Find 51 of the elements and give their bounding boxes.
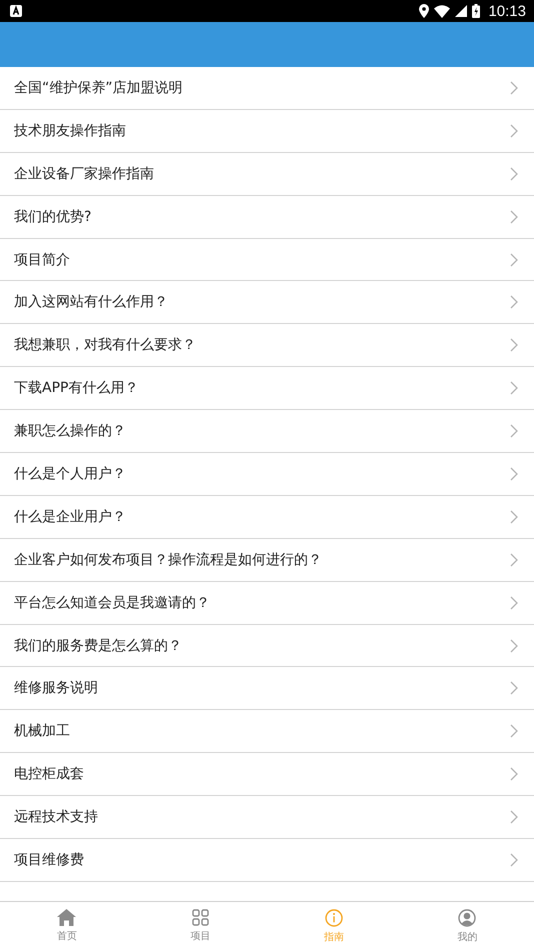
list-item[interactable]: 维修服务说明 <box>0 667 534 710</box>
list-item[interactable]: 全国“维护保养”店加盟说明 <box>0 67 534 110</box>
location-icon <box>419 4 430 18</box>
chevron-right-icon <box>510 810 518 824</box>
list-item[interactable]: 什么是个人用户？ <box>0 453 534 496</box>
chevron-right-icon <box>510 381 518 396</box>
battery-icon <box>472 4 480 18</box>
list-item[interactable]: 我想兼职，对我有什么要求？ <box>0 324 534 368</box>
chevron-right-icon <box>510 338 518 352</box>
chevron-right-icon <box>510 510 518 524</box>
chevron-right-icon <box>510 124 518 138</box>
grid-icon <box>192 909 209 926</box>
list-item[interactable]: 企业设备厂家操作指南 <box>0 152 534 196</box>
user-icon <box>458 908 476 926</box>
chevron-right-icon <box>510 466 518 481</box>
chevron-right-icon <box>510 424 518 438</box>
clock-text: 10:13 <box>488 2 526 20</box>
chevron-right-icon <box>510 210 518 224</box>
chevron-right-icon <box>510 166 518 181</box>
list-item[interactable]: 技术朋友操作指南 <box>0 110 534 153</box>
chevron-right-icon <box>510 852 518 867</box>
chevron-right-icon <box>510 767 518 782</box>
list-item[interactable]: 平台怎么知道会员是我邀请的？ <box>0 582 534 625</box>
chevron-right-icon <box>510 724 518 738</box>
list-item[interactable]: 机械加工 <box>0 710 534 754</box>
list-item[interactable]: 加入这网站有什么作用？ <box>0 281 534 324</box>
list-item[interactable]: 什么是企业用户？ <box>0 496 534 539</box>
chevron-right-icon <box>510 252 518 266</box>
list-item[interactable]: 电控柜成套 <box>0 753 534 796</box>
notification-icon <box>10 5 22 17</box>
home-icon <box>57 909 76 926</box>
list-item[interactable]: 远程技术支持 <box>0 796 534 840</box>
chevron-right-icon <box>510 295 518 310</box>
list-item[interactable]: 企业客户如何发布项目？操作流程是如何进行的？ <box>0 538 534 582</box>
nav-tab[interactable]: 项目 <box>134 902 267 950</box>
chevron-right-icon <box>510 596 518 610</box>
info-icon <box>324 908 343 926</box>
chevron-right-icon <box>510 552 518 567</box>
chevron-right-icon <box>510 638 518 653</box>
signal-icon <box>455 5 468 17</box>
list-item[interactable]: 项目简介 <box>0 238 534 282</box>
list-item[interactable]: 项目维修费 <box>0 839 534 882</box>
nav-tab[interactable]: 首页 <box>0 902 134 950</box>
list-item[interactable]: 我们的服务费是怎么算的？ <box>0 624 534 668</box>
chevron-right-icon <box>510 681 518 696</box>
chevron-right-icon <box>510 80 518 95</box>
list-item[interactable]: 兼职怎么操作的？ <box>0 410 534 454</box>
list-item[interactable]: 我们的优势? <box>0 196 534 239</box>
list-item[interactable]: 下载APP有什么用？ <box>0 367 534 410</box>
nav-tab[interactable]: 我的 <box>400 902 534 950</box>
wifi-icon <box>434 4 450 18</box>
